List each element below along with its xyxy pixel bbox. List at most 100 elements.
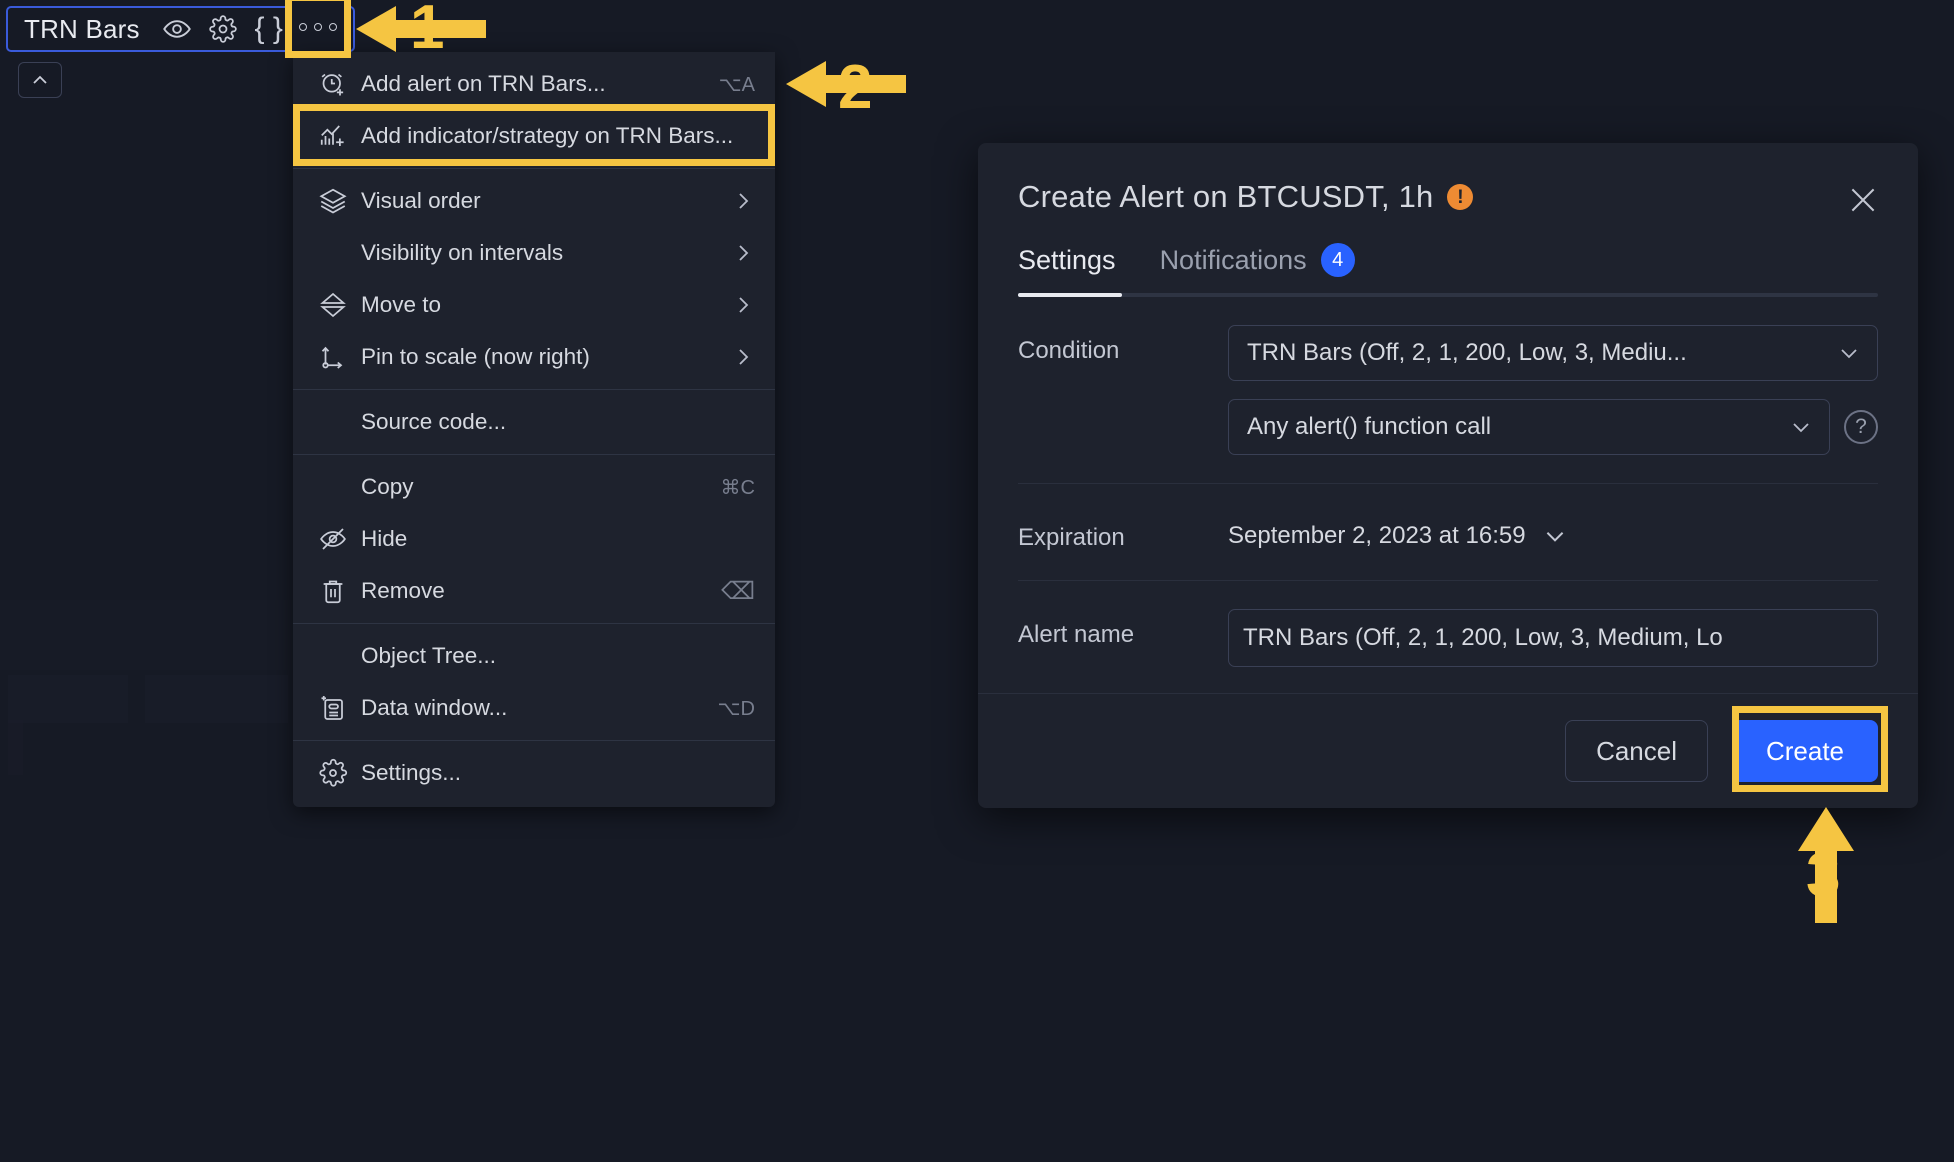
condition-secondary-value: Any alert() function call [1247, 413, 1777, 441]
indicator-title: TRN Bars [8, 14, 154, 45]
notifications-badge: 4 [1321, 243, 1355, 277]
tab-active-indicator [1018, 293, 1122, 297]
background-panel [8, 740, 23, 775]
menu-item-shortcut: ⌫ [701, 577, 755, 606]
background-panel [8, 720, 23, 740]
tab-label: Settings [1018, 245, 1116, 276]
highlight-box-step1 [285, 0, 351, 58]
menu-item-label: Hide [359, 526, 755, 552]
menu-item-data-window[interactable]: Data window... ⌥D [293, 682, 775, 734]
dialog-title-text: Create Alert on BTCUSDT, 1h [1018, 179, 1433, 215]
menu-item-add-alert[interactable]: Add alert on TRN Bars... ⌥A [293, 58, 775, 110]
tab-notifications[interactable]: Notifications 4 [1160, 243, 1355, 293]
condition-primary-select[interactable]: TRN Bars (Off, 2, 1, 200, Low, 3, Mediu.… [1228, 325, 1878, 381]
menu-item-settings[interactable]: Settings... [293, 747, 775, 799]
menu-item-label: Visual order [359, 188, 715, 214]
expiration-value-button[interactable]: September 2, 2023 at 16:59 [1228, 512, 1878, 550]
expiration-label: Expiration [1018, 512, 1228, 552]
indicator-context-menu[interactable]: Add alert on TRN Bars... ⌥A Add indicato… [293, 52, 775, 807]
gear-icon [307, 758, 359, 788]
menu-item-label: Pin to scale (now right) [359, 344, 715, 370]
close-dialog-button[interactable] [1842, 179, 1884, 221]
condition-secondary-wrap: Any alert() function call ? [1228, 399, 1878, 455]
menu-item-label: Move to [359, 292, 715, 318]
pin-scale-icon [307, 342, 359, 372]
trash-icon [307, 576, 359, 606]
tab-label: Notifications [1160, 245, 1307, 276]
dialog-tabs[interactable]: Settings Notifications 4 [978, 215, 1918, 293]
annotation-number-3: 3 [1806, 840, 1840, 911]
menu-item-object-tree[interactable]: Object Tree... [293, 630, 775, 682]
tab-settings[interactable]: Settings [1018, 245, 1116, 292]
menu-item-shortcut: ⌥D [698, 696, 756, 721]
screen-root: TRN Bars { } [0, 0, 1954, 1162]
menu-item-pin-to-scale[interactable]: Pin to scale (now right) [293, 331, 775, 383]
create-button[interactable]: Create [1732, 720, 1878, 782]
layers-icon [307, 186, 359, 216]
eye-icon[interactable] [154, 7, 200, 51]
background-panel [145, 675, 288, 723]
condition-secondary-select[interactable]: Any alert() function call [1228, 399, 1830, 455]
expiration-row: Expiration September 2, 2023 at 16:59 [1018, 484, 1878, 552]
cancel-button[interactable]: Cancel [1565, 720, 1708, 782]
menu-divider [293, 740, 775, 741]
gear-icon[interactable] [200, 7, 246, 51]
alert-name-row: Alert name TRN Bars (Off, 2, 1, 200, Low… [1018, 581, 1878, 667]
menu-item-add-indicator[interactable]: Add indicator/strategy on TRN Bars... [293, 110, 775, 162]
collapse-pane-button[interactable] [18, 62, 62, 98]
menu-item-shortcut: ⌘C [701, 475, 755, 500]
menu-divider [293, 168, 775, 169]
menu-item-visibility-on-intervals[interactable]: Visibility on intervals [293, 227, 775, 279]
menu-item-hide[interactable]: Hide [293, 513, 775, 565]
condition-label: Condition [1018, 325, 1228, 365]
chevron-right-icon [715, 293, 755, 317]
menu-item-remove[interactable]: Remove ⌫ [293, 565, 775, 617]
expiration-fields: September 2, 2023 at 16:59 [1228, 512, 1878, 550]
background-panel [0, 600, 295, 670]
alert-name-input[interactable]: TRN Bars (Off, 2, 1, 200, Low, 3, Medium… [1228, 609, 1878, 667]
menu-item-label: Object Tree... [359, 643, 755, 669]
menu-item-source-code[interactable]: Source code... [293, 396, 775, 448]
chevron-right-icon [715, 189, 755, 213]
indicator-plus-icon [307, 121, 359, 151]
tab-underline [1018, 293, 1878, 297]
menu-item-label: Source code... [359, 409, 755, 435]
menu-divider [293, 454, 775, 455]
data-window-icon [307, 693, 359, 723]
menu-item-label: Add indicator/strategy on TRN Bars... [359, 123, 755, 149]
menu-item-label: Copy [359, 474, 701, 500]
eye-off-icon [307, 524, 359, 554]
menu-item-label: Visibility on intervals [359, 240, 715, 266]
menu-item-move-to[interactable]: Move to [293, 279, 775, 331]
background-panel [8, 675, 128, 723]
condition-fields: TRN Bars (Off, 2, 1, 200, Low, 3, Mediu.… [1228, 325, 1878, 455]
dialog-body: Condition TRN Bars (Off, 2, 1, 200, Low,… [978, 297, 1918, 693]
warning-icon: ! [1447, 184, 1473, 210]
menu-item-copy[interactable]: Copy ⌘C [293, 461, 775, 513]
alert-name-label: Alert name [1018, 609, 1228, 649]
menu-divider [293, 389, 775, 390]
chevron-right-icon [715, 345, 755, 369]
alert-name-value: TRN Bars (Off, 2, 1, 200, Low, 3, Medium… [1243, 624, 1728, 652]
menu-divider [293, 623, 775, 624]
help-icon[interactable]: ? [1844, 410, 1878, 444]
chevron-down-icon [1789, 415, 1813, 439]
chevron-right-icon [715, 241, 755, 265]
menu-item-visual-order[interactable]: Visual order [293, 175, 775, 227]
menu-item-label: Remove [359, 578, 701, 604]
chevron-down-icon [1542, 523, 1568, 549]
dialog-title: Create Alert on BTCUSDT, 1h ! [1018, 179, 1878, 215]
dialog-header: Create Alert on BTCUSDT, 1h ! [978, 143, 1918, 215]
expiration-value: September 2, 2023 at 16:59 [1228, 522, 1526, 550]
dialog-footer: Cancel Create [978, 693, 1918, 808]
move-to-icon [307, 290, 359, 320]
menu-item-label: Settings... [359, 760, 755, 786]
condition-primary-value: TRN Bars (Off, 2, 1, 200, Low, 3, Mediu.… [1247, 339, 1825, 367]
menu-item-label: Add alert on TRN Bars... [359, 71, 699, 97]
menu-item-shortcut: ⌥A [699, 72, 755, 97]
condition-row: Condition TRN Bars (Off, 2, 1, 200, Low,… [1018, 297, 1878, 455]
alert-name-fields: TRN Bars (Off, 2, 1, 200, Low, 3, Medium… [1228, 609, 1878, 667]
annotation-number-1: 1 [410, 0, 444, 63]
menu-item-label: Data window... [359, 695, 698, 721]
annotation-number-2: 2 [838, 52, 872, 123]
